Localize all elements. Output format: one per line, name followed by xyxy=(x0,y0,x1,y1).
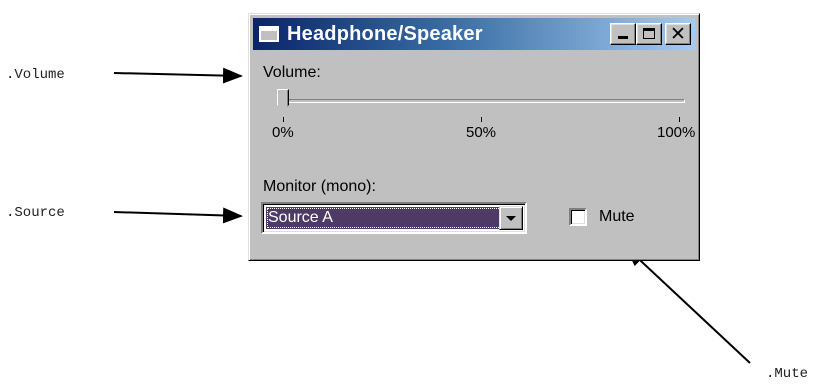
title-bar[interactable]: Headphone/Speaker ✕ xyxy=(253,18,695,50)
maximize-button[interactable] xyxy=(636,23,662,45)
source-arrow xyxy=(113,207,243,224)
maximize-icon xyxy=(643,28,655,39)
mute-control[interactable]: Mute xyxy=(569,208,635,226)
monitor-label: Monitor (mono): xyxy=(263,178,376,195)
callout-mute-label: .Mute xyxy=(766,366,809,382)
volume-label: Volume: xyxy=(263,64,321,81)
volume-slider-thumb[interactable] xyxy=(277,89,289,111)
monitor-source-value: Source A xyxy=(266,207,502,229)
window-title: Headphone/Speaker xyxy=(287,22,483,45)
callout-source-label: .Source xyxy=(6,205,65,221)
volume-tick-0 xyxy=(283,117,284,122)
volume-tick-label-max: 100% xyxy=(657,124,696,141)
minimize-button[interactable] xyxy=(610,23,636,45)
mute-arrow xyxy=(625,246,751,364)
volume-arrow xyxy=(113,67,243,84)
volume-tick-label-mid: 50% xyxy=(466,124,497,141)
volume-tick-label-min: 0% xyxy=(272,124,294,141)
volume-tick-50 xyxy=(481,117,482,122)
mute-label: Mute xyxy=(599,208,635,225)
callout-volume-label: .Volume xyxy=(6,67,65,83)
volume-slider-track[interactable] xyxy=(277,99,685,103)
monitor-source-dropdown-button[interactable] xyxy=(499,206,523,230)
mute-checkbox[interactable] xyxy=(569,208,587,226)
title-buttons: ✕ xyxy=(610,23,691,45)
headphone-speaker-window: Headphone/Speaker ✕ Volume: 0% 50% 100% … xyxy=(248,13,700,261)
dropdown-arrow-icon xyxy=(506,216,516,221)
volume-tick-100 xyxy=(679,117,680,122)
monitor-source-select[interactable]: Source A xyxy=(261,202,527,234)
close-button[interactable]: ✕ xyxy=(665,23,691,45)
minimize-icon xyxy=(618,36,628,39)
close-icon: ✕ xyxy=(670,23,686,45)
window-app-icon xyxy=(259,26,279,42)
